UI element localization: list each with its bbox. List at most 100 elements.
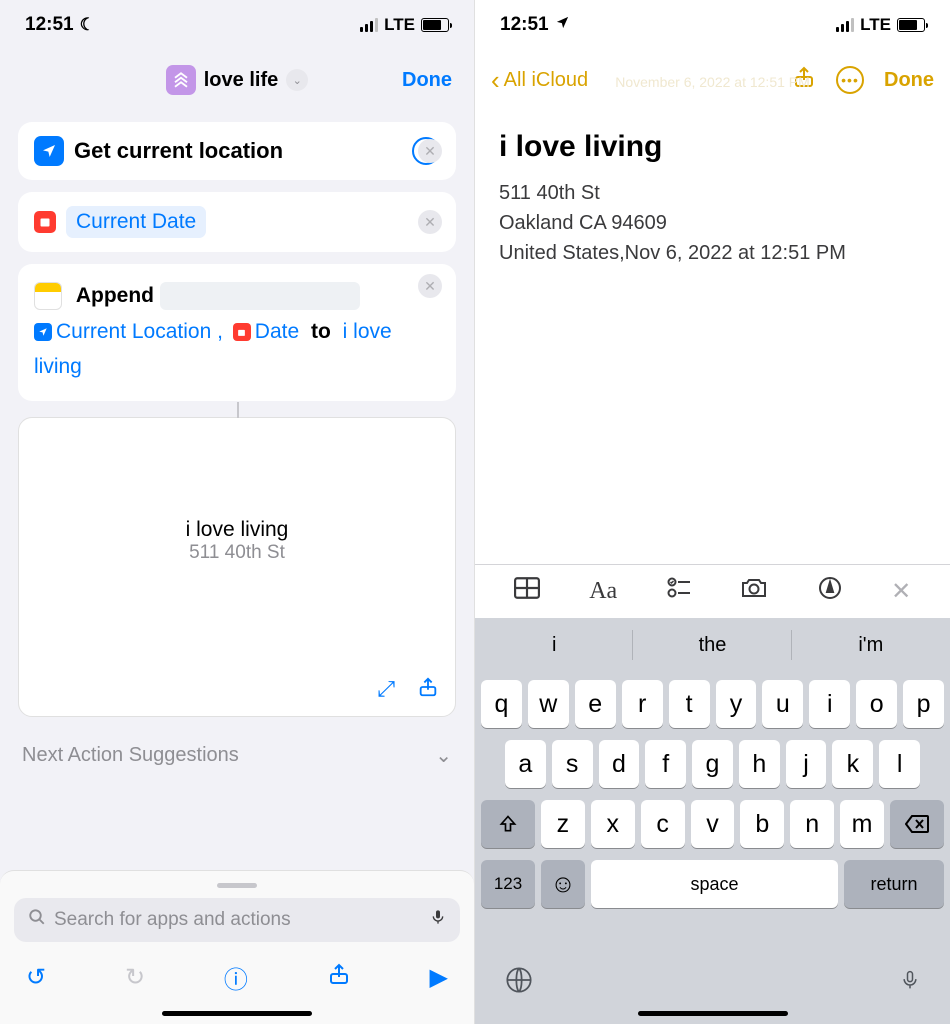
back-button[interactable]: ‹ All iCloud <box>491 65 588 96</box>
key-u[interactable]: u <box>762 680 803 728</box>
next-action-suggestions[interactable]: Next Action Suggestions ⌄ <box>0 729 474 782</box>
key-b[interactable]: b <box>740 800 784 848</box>
remove-action-button[interactable]: ✕ <box>418 139 442 163</box>
key-d[interactable]: d <box>599 740 640 788</box>
key-f[interactable]: f <box>645 740 686 788</box>
key-row-4: 123 ☺ space return <box>481 860 944 908</box>
remove-action-button[interactable]: ✕ <box>418 210 442 234</box>
globe-icon[interactable] <box>505 966 533 1001</box>
key-h[interactable]: h <box>739 740 780 788</box>
action-get-location[interactable]: Get current location › ✕ <box>18 122 456 180</box>
key-r[interactable]: r <box>622 680 663 728</box>
key-y[interactable]: y <box>716 680 757 728</box>
key-k[interactable]: k <box>832 740 873 788</box>
key-row-2: a s d f g h j k l <box>481 740 944 788</box>
key-z[interactable]: z <box>541 800 585 848</box>
checklist-icon[interactable] <box>667 577 691 606</box>
variable-date[interactable]: Date <box>255 320 299 343</box>
key-m[interactable]: m <box>840 800 884 848</box>
dictation-icon[interactable] <box>900 966 920 1001</box>
chevron-left-icon: ‹ <box>491 65 500 96</box>
shortcut-header: love life ⌄ Done <box>0 50 474 110</box>
shortcut-title-button[interactable]: love life ⌄ <box>166 65 308 95</box>
key-s[interactable]: s <box>552 740 593 788</box>
numeric-key[interactable]: 123 <box>481 860 535 908</box>
notes-screen: 12:51 LTE ‹ All iCloud ••• Done November… <box>475 0 950 1024</box>
key-v[interactable]: v <box>691 800 735 848</box>
signal-icon <box>360 18 378 32</box>
network-label: LTE <box>860 15 891 35</box>
key-w[interactable]: w <box>528 680 569 728</box>
run-button[interactable]: ▶ <box>430 963 448 992</box>
chevron-down-icon: ⌄ <box>435 743 452 768</box>
shortcut-name: love life <box>204 69 278 92</box>
delete-key[interactable] <box>890 800 944 848</box>
suggestion[interactable]: i'm <box>792 618 950 672</box>
key-q[interactable]: q <box>481 680 522 728</box>
append-text-field[interactable] <box>160 282 360 310</box>
key-p[interactable]: p <box>903 680 944 728</box>
dnd-moon-icon: ☾ <box>80 15 95 35</box>
home-indicator[interactable] <box>638 1011 788 1016</box>
key-t[interactable]: t <box>669 680 710 728</box>
key-e[interactable]: e <box>575 680 616 728</box>
variable-current-date[interactable]: Current Date <box>66 206 206 238</box>
mic-icon[interactable] <box>430 907 446 933</box>
note-preview: i love living 511 40th St ⤢ <box>18 417 456 717</box>
key-n[interactable]: n <box>790 800 834 848</box>
table-icon[interactable] <box>514 577 540 606</box>
preview-subtitle: 511 40th St <box>189 542 285 564</box>
variable-current-location[interactable]: Current Location <box>56 320 211 343</box>
notes-icon <box>34 282 62 310</box>
note-line: Oakland CA 94609 <box>499 208 926 238</box>
close-icon[interactable]: ✕ <box>891 577 911 606</box>
keyboard: i the i'm q w e r t y u i o p a s d f <box>475 618 950 1024</box>
note-editor[interactable]: i love living 511 40th St Oakland CA 946… <box>475 110 950 288</box>
preview-title: i love living <box>186 518 289 542</box>
comma: , <box>217 320 223 343</box>
share-button[interactable] <box>327 962 351 993</box>
remove-action-button[interactable]: ✕ <box>418 274 442 298</box>
emoji-key[interactable]: ☺ <box>541 860 585 908</box>
space-key[interactable]: space <box>591 860 838 908</box>
key-c[interactable]: c <box>641 800 685 848</box>
to-label: to <box>305 320 337 343</box>
key-i[interactable]: i <box>809 680 850 728</box>
key-x[interactable]: x <box>591 800 635 848</box>
markup-icon[interactable] <box>818 576 842 607</box>
editor-toolbar: ↺ ↻ ⓘ ▶ <box>14 942 460 1007</box>
drawer-grabber[interactable] <box>217 883 257 888</box>
return-key[interactable]: return <box>844 860 944 908</box>
shift-key[interactable] <box>481 800 535 848</box>
status-bar: 12:51 LTE <box>475 0 950 50</box>
network-label: LTE <box>384 15 415 35</box>
home-indicator[interactable] <box>162 1011 312 1016</box>
camera-icon[interactable] <box>740 577 768 606</box>
text-format-icon[interactable]: Aa <box>589 578 617 605</box>
undo-button[interactable]: ↺ <box>26 963 46 992</box>
key-o[interactable]: o <box>856 680 897 728</box>
key-g[interactable]: g <box>692 740 733 788</box>
signal-icon <box>836 18 854 32</box>
key-l[interactable]: l <box>879 740 920 788</box>
search-input[interactable]: Search for apps and actions <box>14 898 460 942</box>
shortcuts-screen: 12:51 ☾ LTE love life ⌄ Done Get current… <box>0 0 475 1024</box>
status-time: 12:51 <box>25 14 74 36</box>
battery-icon <box>897 18 925 32</box>
action-current-date[interactable]: Current Date ✕ <box>18 192 456 252</box>
key-j[interactable]: j <box>786 740 827 788</box>
info-button[interactable]: ⓘ <box>224 960 248 995</box>
share-icon[interactable] <box>417 676 439 704</box>
more-button[interactable]: ••• <box>836 66 864 94</box>
done-button[interactable]: Done <box>884 69 934 92</box>
done-button[interactable]: Done <box>402 69 452 92</box>
action-append[interactable]: ✕ Append Current Location , Date to i lo… <box>18 264 456 401</box>
calendar-icon <box>233 323 251 341</box>
back-label: All iCloud <box>504 69 588 92</box>
connector-line <box>237 402 239 418</box>
search-icon <box>28 908 46 932</box>
key-a[interactable]: a <box>505 740 546 788</box>
expand-icon[interactable]: ⤢ <box>377 676 395 704</box>
suggestion[interactable]: the <box>633 618 791 672</box>
suggestion[interactable]: i <box>475 618 633 672</box>
